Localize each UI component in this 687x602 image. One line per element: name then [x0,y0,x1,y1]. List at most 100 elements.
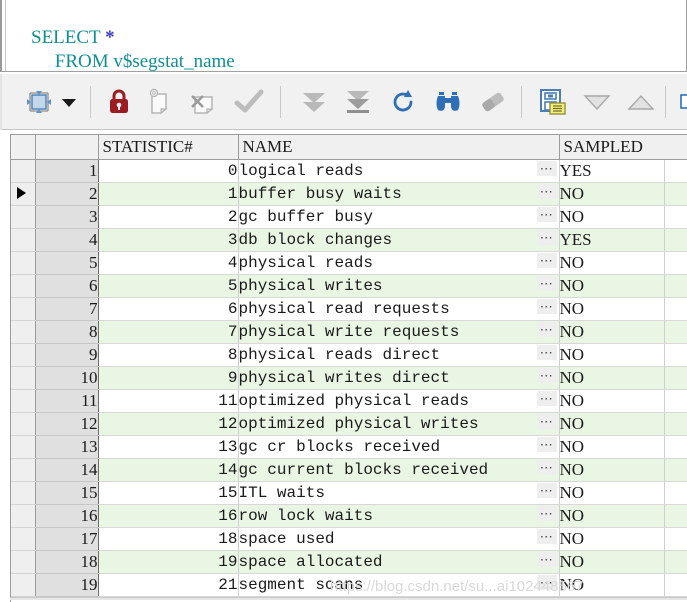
cell-name[interactable]: optimized physical writes [238,412,535,436]
row-selector-cell[interactable] [11,182,36,206]
cell-name[interactable]: physical read requests [238,297,535,321]
cell-sampled[interactable]: NO [559,458,665,482]
cell-statistic[interactable]: 16 [98,504,239,528]
row-selector-cell[interactable] [11,228,36,252]
row-selector-cell[interactable] [11,527,36,551]
cell-sampled[interactable]: NO [559,435,665,459]
row-number-cell[interactable]: 14 [35,458,99,482]
row-number-cell[interactable]: 17 [35,527,99,551]
row-number-cell[interactable]: 16 [35,504,99,528]
table-row[interactable]: 12 12 optimized physical writes ⋯ NO [11,412,687,436]
row-number-cell[interactable]: 1 [35,159,99,183]
table-row[interactable]: 2 1 buffer busy waits ⋯ NO [11,182,687,206]
refresh-button[interactable] [382,80,424,124]
cell-expand-button[interactable]: ⋯ [535,389,560,413]
clear-filter-button[interactable] [472,80,514,124]
cell-statistic[interactable]: 5 [98,274,239,298]
cell-expand-button[interactable]: ⋯ [535,320,560,344]
row-number-cell[interactable]: 3 [35,205,99,229]
row-number-cell[interactable]: 19 [35,573,99,597]
cell-expand-button[interactable]: ⋯ [535,274,560,298]
cell-name[interactable]: row lock waits [238,504,535,528]
cell-expand-button[interactable]: ⋯ [535,182,560,206]
table-row[interactable]: 4 3 db block changes ⋯ YES [11,228,687,252]
row-number-cell[interactable]: 5 [35,251,99,275]
sort-descending-button[interactable] [576,80,618,124]
cell-name[interactable]: physical writes [238,274,535,298]
cell-statistic[interactable]: 1 [98,182,239,206]
cell-statistic[interactable]: 12 [98,412,239,436]
row-number-cell[interactable]: 4 [35,228,99,252]
cell-name[interactable]: physical writes direct [238,366,535,390]
cell-sampled[interactable]: NO [559,481,665,505]
cell-expand-button[interactable]: ⋯ [535,481,560,505]
cell-expand-button[interactable]: ⋯ [535,343,560,367]
cell-name[interactable]: gc cr blocks received [238,435,535,459]
cell-expand-button[interactable]: ⋯ [535,205,560,229]
cell-expand-button[interactable]: ⋯ [535,573,560,597]
cell-name[interactable]: ITL waits [238,481,535,505]
cell-statistic[interactable]: 0 [98,159,239,183]
delete-record-button[interactable] [184,80,224,124]
cell-expand-button[interactable]: ⋯ [535,412,560,436]
cell-statistic[interactable]: 14 [98,458,239,482]
table-row[interactable]: 14 14 gc current blocks received ⋯ NO [11,458,687,482]
sort-ascending-button[interactable] [620,80,662,124]
row-selector-cell[interactable] [11,320,36,344]
row-number-cell[interactable]: 13 [35,435,99,459]
header-rownum[interactable] [35,135,99,160]
cell-statistic[interactable]: 19 [98,550,239,574]
cell-name[interactable]: physical write requests [238,320,535,344]
cell-sampled[interactable]: NO [559,320,665,344]
cell-statistic[interactable]: 8 [98,343,239,367]
cell-expand-button[interactable]: ⋯ [535,527,560,551]
cell-sampled[interactable]: NO [559,274,665,298]
table-row[interactable]: 8 7 physical write requests ⋯ NO [11,320,687,344]
header-statistic[interactable]: STATISTIC# [98,135,239,160]
overflow-button[interactable] [678,80,687,124]
row-number-cell[interactable]: 12 [35,412,99,436]
cell-sampled[interactable]: NO [559,550,665,574]
cell-statistic[interactable]: 18 [98,527,239,551]
row-number-cell[interactable]: 7 [35,297,99,321]
cell-sampled[interactable]: NO [559,527,665,551]
row-selector-cell[interactable] [11,412,36,436]
cell-statistic[interactable]: 2 [98,205,239,229]
cell-name[interactable]: db block changes [238,228,535,252]
row-selector-cell[interactable] [11,550,36,574]
header-sampled[interactable]: SAMPLED [559,135,687,160]
cell-sampled[interactable]: NO [559,205,665,229]
table-row[interactable]: 19 21 segment scans ⋯ NO [11,573,687,597]
row-number-cell[interactable]: 9 [35,343,99,367]
table-row[interactable]: 10 9 physical writes direct ⋯ NO [11,366,687,390]
row-number-cell[interactable]: 11 [35,389,99,413]
row-selector-cell[interactable] [11,343,36,367]
cell-name[interactable]: gc buffer busy [238,205,535,229]
row-number-cell[interactable]: 2 [35,182,99,206]
post-changes-button[interactable] [228,80,270,124]
result-grid[interactable]: STATISTIC# NAME SAMPLED 1 0 logical reads ⋯… [0,131,687,602]
cell-sampled[interactable]: YES [559,228,665,252]
header-name[interactable]: NAME [238,135,560,160]
row-number-cell[interactable]: 18 [35,550,99,574]
cell-expand-button[interactable]: ⋯ [535,435,560,459]
cell-sampled[interactable]: NO [559,297,665,321]
cell-expand-button[interactable]: ⋯ [535,251,560,275]
table-row[interactable]: 16 16 row lock waits ⋯ NO [11,504,687,528]
cell-expand-button[interactable]: ⋯ [535,297,560,321]
lock-record-button[interactable] [100,80,138,124]
cell-sampled[interactable]: NO [559,573,665,597]
grid-dropdown-button[interactable] [56,80,82,124]
cell-name[interactable]: segment scans [238,573,535,597]
row-number-cell[interactable]: 6 [35,274,99,298]
row-selector-cell[interactable] [11,389,36,413]
cell-expand-button[interactable]: ⋯ [535,159,560,183]
cell-statistic[interactable]: 15 [98,481,239,505]
cell-name[interactable]: space allocated [238,550,535,574]
cell-statistic[interactable]: 4 [98,251,239,275]
cell-expand-button[interactable]: ⋯ [535,458,560,482]
cell-name[interactable]: physical reads [238,251,535,275]
cell-expand-button[interactable]: ⋯ [535,504,560,528]
cell-statistic[interactable]: 7 [98,320,239,344]
sql-editor-pane[interactable]: SELECT * FROM v$segstat_name [0,0,687,72]
